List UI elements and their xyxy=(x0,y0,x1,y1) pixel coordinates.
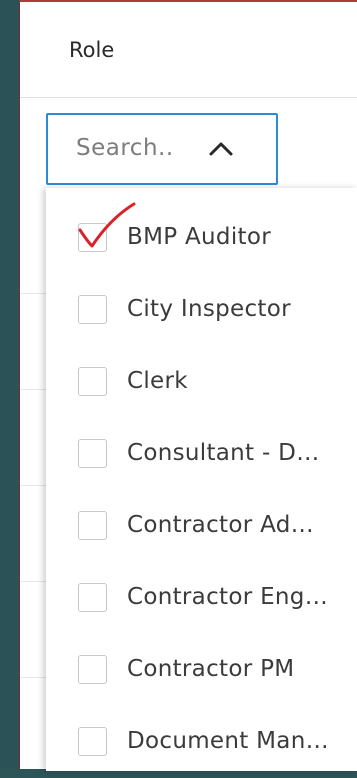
option-label: City Inspector xyxy=(127,296,291,322)
role-search-input[interactable]: Search.. xyxy=(46,113,278,185)
checkbox[interactable] xyxy=(78,727,107,756)
background-strip xyxy=(0,0,19,769)
option-contractor-ad[interactable]: Contractor Ad… xyxy=(46,490,357,562)
option-contractor-eng[interactable]: Contractor Eng… xyxy=(46,562,357,634)
option-contractor-pm[interactable]: Contractor PM xyxy=(46,634,357,706)
option-label: BMP Auditor xyxy=(127,224,271,250)
row-divider xyxy=(20,581,48,582)
option-clerk[interactable]: Clerk xyxy=(46,346,357,418)
panel-header: Role xyxy=(20,2,357,98)
option-bmp-auditor[interactable]: BMP Auditor xyxy=(46,202,357,274)
role-options-dropdown: BMP Auditor City Inspector Clerk Consult… xyxy=(46,188,357,771)
option-label: Contractor Eng… xyxy=(127,584,328,610)
option-city-inspector[interactable]: City Inspector xyxy=(46,274,357,346)
option-label: Document Man… xyxy=(127,728,329,754)
row-divider xyxy=(20,293,48,294)
option-label: Clerk xyxy=(127,368,188,394)
option-label: Contractor Ad… xyxy=(127,512,314,538)
checkbox[interactable] xyxy=(78,511,107,540)
column-title-role: Role xyxy=(69,38,115,62)
option-document-man[interactable]: Document Man… xyxy=(46,706,357,778)
checkbox[interactable] xyxy=(78,295,107,324)
checkbox[interactable] xyxy=(78,655,107,684)
row-divider xyxy=(20,677,48,678)
checkbox[interactable] xyxy=(78,223,107,252)
checkbox[interactable] xyxy=(78,367,107,396)
option-label: Consultant - D… xyxy=(127,440,320,466)
chevron-up-icon[interactable] xyxy=(202,133,240,163)
role-filter-panel: Role Search.. BMP Auditor City Inspector… xyxy=(19,0,357,771)
option-consultant[interactable]: Consultant - D… xyxy=(46,418,357,490)
search-placeholder: Search.. xyxy=(76,135,174,161)
row-divider xyxy=(20,485,48,486)
checkbox[interactable] xyxy=(78,439,107,468)
option-label: Contractor PM xyxy=(127,656,295,682)
checkbox[interactable] xyxy=(78,583,107,612)
row-divider xyxy=(20,389,48,390)
